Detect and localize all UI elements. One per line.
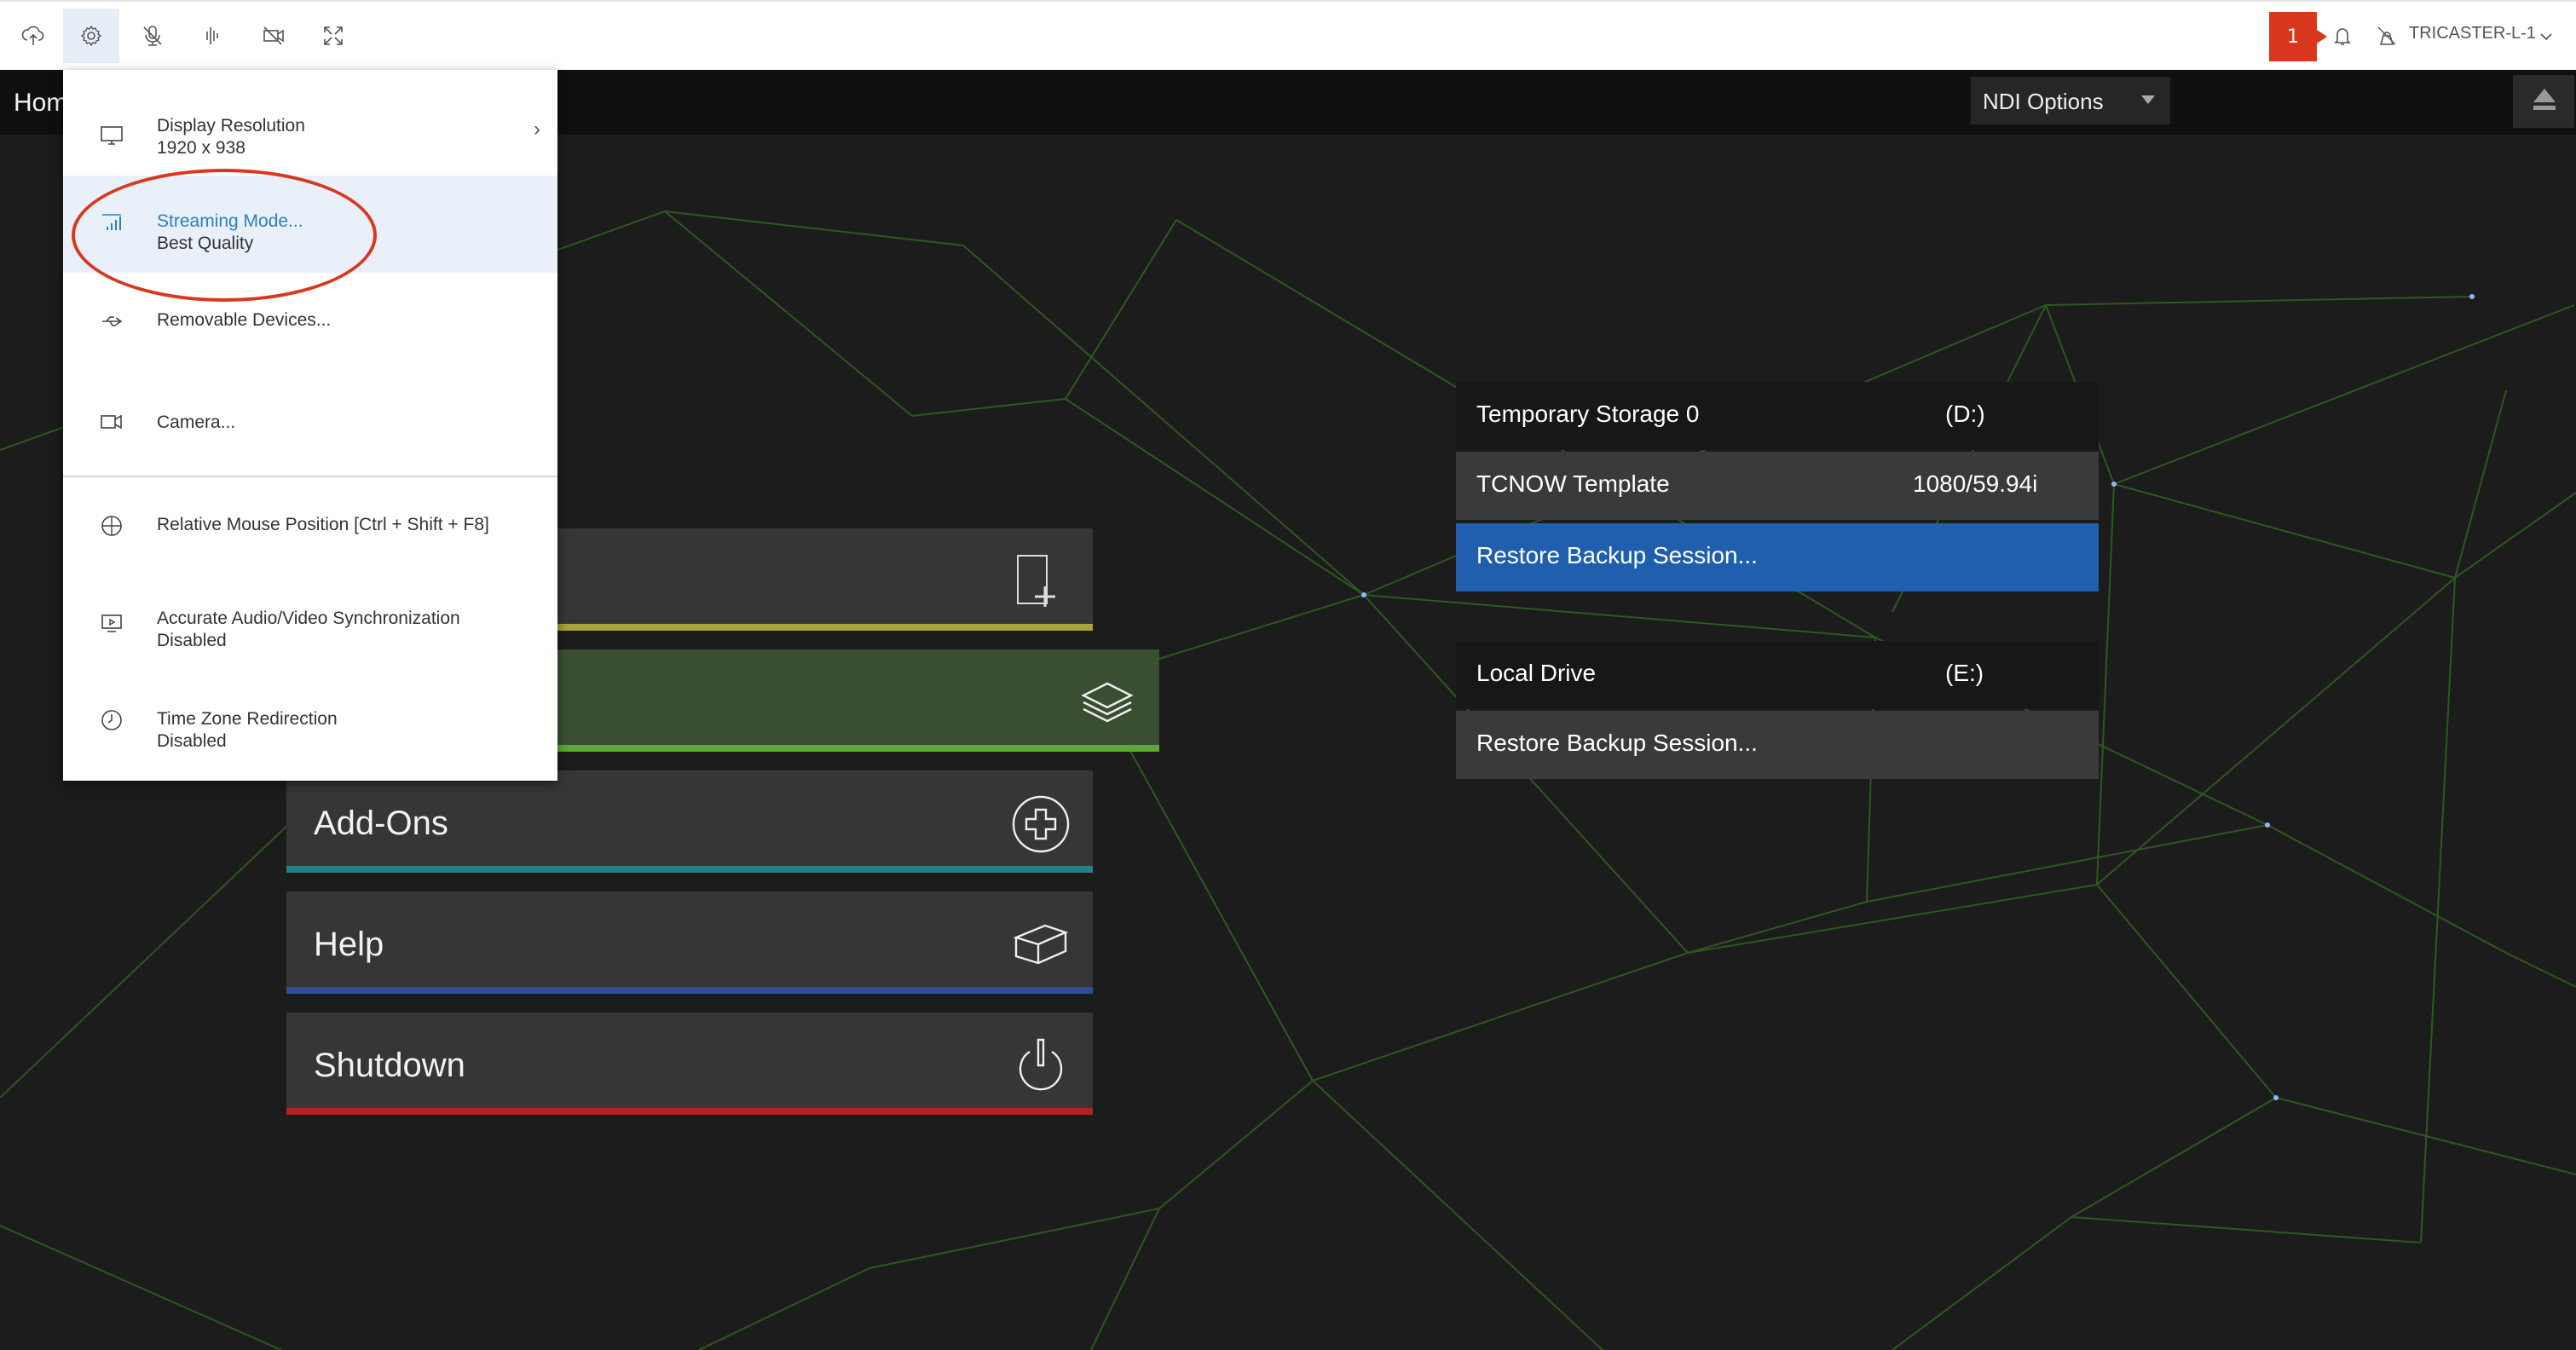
drive-name: Temporary Storage 0: [1476, 401, 1700, 427]
add-circle-icon: [1012, 795, 1070, 853]
new-session-icon: [1017, 555, 1055, 607]
upload-button[interactable]: [5, 9, 61, 63]
menu-item-label: Removable Devices...: [157, 310, 332, 330]
audio-button[interactable]: [184, 9, 240, 63]
user-lock-icon[interactable]: [2373, 22, 2400, 49]
top-toolbar: 1 TRICASTER-L-1: [0, 0, 2576, 70]
layers-icon: [1081, 682, 1134, 723]
menu-add-ons[interactable]: Add-Ons: [286, 770, 1093, 873]
menu-accent-bar: [286, 1108, 1093, 1115]
menu-item-relative-mouse-position[interactable]: Relative Mouse Position [Ctrl + Shift + …: [63, 479, 557, 573]
video-off-icon: [263, 26, 284, 45]
mouse-icon: [101, 516, 122, 536]
ndi-options-dropdown[interactable]: NDI Options: [1971, 77, 2170, 124]
settings-dropdown-menu: Display Resolution 1920 x 938 › Streamin…: [63, 70, 557, 781]
menu-item-camera[interactable]: Camera...: [63, 365, 557, 472]
usb-icon: [102, 316, 123, 326]
eject-icon: [2533, 89, 2556, 110]
fullscreen-button[interactable]: [305, 9, 361, 63]
session-item-tcnow[interactable]: TCNOW Template 1080/59.94i: [1456, 452, 2099, 520]
menu-shutdown[interactable]: Shutdown: [286, 1012, 1093, 1115]
menu-help-label: Help: [314, 926, 384, 963]
ndi-options-label: NDI Options: [1983, 89, 2104, 114]
menu-item-sublabel: Disabled: [157, 731, 227, 751]
menu-item-time-zone-redirection[interactable]: Time Zone Redirection Disabled: [63, 680, 557, 777]
bell-icon[interactable]: [2329, 22, 2356, 49]
username-label[interactable]: TRICASTER-L-1: [2409, 24, 2536, 43]
menu-item-display-resolution[interactable]: Display Resolution 1920 x 938 ›: [63, 95, 557, 172]
microphone-button[interactable]: [124, 9, 181, 63]
power-icon: [1019, 1038, 1063, 1091]
menu-item-label: Relative Mouse Position [Ctrl + Shift + …: [157, 515, 489, 534]
camera-icon: [101, 414, 122, 430]
menu-item-label: Camera...: [157, 412, 236, 432]
chevron-down-icon[interactable]: [2537, 27, 2556, 46]
mic-off-icon: [143, 26, 162, 46]
audio-icon: [206, 27, 218, 44]
menu-item-label: Accurate Audio/Video Synchronization: [157, 609, 460, 628]
fullscreen-icon: [324, 26, 343, 45]
menu-item-sublabel: 1920 x 938: [157, 138, 245, 158]
dropdown-arrow-icon: [2141, 95, 2155, 104]
gear-icon: [80, 25, 102, 47]
restore-backup-session-button[interactable]: Restore Backup Session...: [1456, 711, 2099, 779]
home-title[interactable]: Hom: [14, 89, 67, 118]
notification-badge[interactable]: 1: [2269, 12, 2327, 61]
drive-header-temporary-storage: Temporary Storage 0 (D:): [1456, 382, 2099, 450]
upload-icon: [21, 26, 44, 45]
menu-item-sublabel: Disabled: [157, 631, 227, 650]
menu-shutdown-label: Shutdown: [314, 1047, 465, 1084]
menu-item-label: Display Resolution: [157, 116, 305, 136]
menu-add-ons-label: Add-Ons: [314, 805, 448, 842]
menu-accent-bar: [286, 987, 1093, 994]
clock-icon: [101, 710, 122, 730]
restore-backup-label: Restore Backup Session...: [1476, 730, 1758, 756]
av-sync-icon: [101, 614, 122, 632]
session-format: 1080/59.94i: [1913, 470, 2038, 497]
highlight-annotation-circle: [72, 169, 377, 302]
drive-name: Local Drive: [1476, 660, 1597, 686]
camera-toggle-button[interactable]: [245, 9, 302, 63]
drive-header-local-drive: Local Drive (E:): [1456, 641, 2099, 709]
menu-item-av-sync[interactable]: Accurate Audio/Video Synchronization Dis…: [63, 576, 557, 678]
eject-button[interactable]: [2513, 75, 2574, 128]
app-window: 1 TRICASTER-L-1 Hom NDI Options Add-Ons …: [0, 0, 2576, 1350]
menu-item-label: Time Zone Redirection: [157, 709, 338, 729]
drive-letter: (E:): [1945, 660, 1984, 686]
menu-accent-bar: [286, 866, 1093, 873]
drive-letter: (D:): [1945, 401, 1985, 427]
menu-divider: [63, 476, 557, 477]
monitor-icon: [101, 126, 123, 145]
restore-backup-label: Restore Backup Session...: [1476, 542, 1758, 568]
chevron-right-icon: ›: [534, 118, 540, 141]
book-icon: [1013, 924, 1069, 965]
settings-button[interactable]: [63, 9, 119, 63]
session-name: TCNOW Template: [1476, 470, 1670, 497]
restore-backup-session-button[interactable]: Restore Backup Session...: [1456, 523, 2099, 591]
menu-help[interactable]: Help: [286, 891, 1093, 994]
